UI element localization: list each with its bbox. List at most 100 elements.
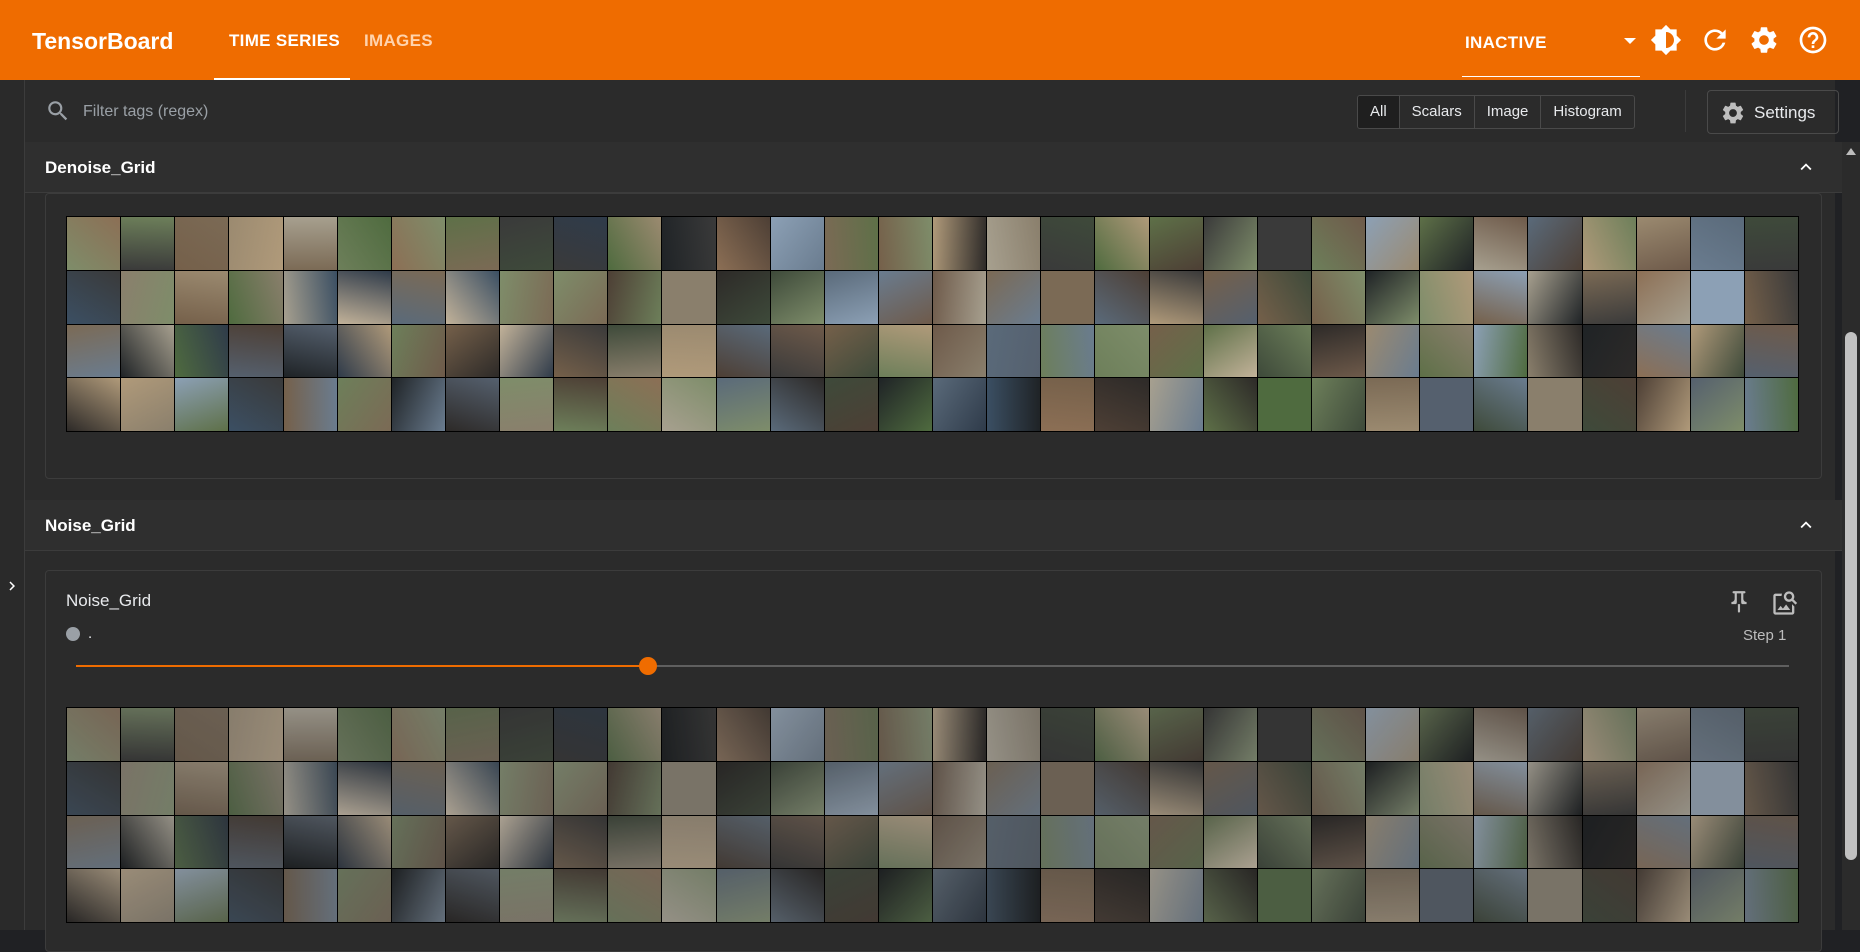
image-thumbnail — [283, 324, 337, 378]
image-thumbnail — [1420, 815, 1474, 869]
image-thumbnail — [662, 378, 716, 431]
type-scalars-button[interactable]: Scalars — [1398, 96, 1474, 128]
image-thumbnail — [608, 324, 662, 378]
pin-icon[interactable] — [1726, 589, 1752, 615]
image-thumbnail — [824, 869, 878, 922]
image-thumbnail — [67, 324, 121, 378]
step-slider-thumb[interactable] — [639, 657, 658, 675]
image-thumbnail — [229, 324, 283, 378]
image-search-icon[interactable] — [1771, 589, 1799, 617]
top-app-bar: TensorBoard TIME SERIES IMAGES INACTIVE — [0, 0, 1860, 81]
image-thumbnail — [878, 217, 932, 270]
image-thumbnail — [175, 378, 229, 431]
image-thumbnail — [229, 815, 283, 869]
image-thumbnail — [500, 324, 554, 378]
settings-button[interactable]: Settings — [1707, 90, 1839, 134]
image-thumbnail — [987, 761, 1041, 815]
image-thumbnail — [283, 708, 337, 761]
image-thumbnail — [391, 869, 445, 922]
image-thumbnail — [445, 869, 499, 922]
image-thumbnail — [1528, 217, 1582, 270]
image-thumbnail — [1582, 324, 1636, 378]
scrollbar-thumb[interactable] — [1845, 332, 1857, 860]
image-thumbnail — [1636, 869, 1690, 922]
image-thumbnail — [608, 815, 662, 869]
brightness-icon[interactable] — [1650, 24, 1682, 56]
image-thumbnail — [337, 324, 391, 378]
refresh-icon[interactable] — [1699, 24, 1731, 56]
reload-status-select[interactable]: INACTIVE — [1462, 0, 1640, 78]
image-thumbnail — [608, 378, 662, 431]
image-thumbnail — [933, 217, 987, 270]
image-thumbnail — [1095, 217, 1149, 270]
image-thumbnail — [608, 869, 662, 922]
step-label: Step 1 — [1743, 627, 1787, 644]
image-thumbnail — [1636, 324, 1690, 378]
chevron-up-icon[interactable] — [1795, 514, 1817, 536]
image-thumbnail — [770, 708, 824, 761]
image-thumbnail — [608, 217, 662, 270]
chevron-right-icon[interactable] — [3, 574, 21, 598]
image-grid[interactable] — [66, 216, 1799, 432]
image-thumbnail — [1366, 869, 1420, 922]
image-thumbnail — [1582, 869, 1636, 922]
image-thumbnail — [933, 270, 987, 324]
dropdown-caret-icon — [1624, 38, 1636, 44]
image-thumbnail — [445, 761, 499, 815]
tab-images[interactable]: IMAGES — [364, 31, 433, 51]
image-thumbnail — [67, 815, 121, 869]
image-thumbnail — [1149, 270, 1203, 324]
image-thumbnail — [1366, 708, 1420, 761]
image-thumbnail — [824, 761, 878, 815]
image-thumbnail — [500, 378, 554, 431]
image-thumbnail — [716, 708, 770, 761]
image-thumbnail — [1149, 217, 1203, 270]
image-thumbnail — [987, 708, 1041, 761]
image-thumbnail — [67, 708, 121, 761]
image-thumbnail — [770, 815, 824, 869]
image-thumbnail — [1474, 815, 1528, 869]
image-thumbnail — [770, 378, 824, 431]
tag-filter-input[interactable] — [81, 98, 685, 126]
image-thumbnail — [716, 378, 770, 431]
image-thumbnail — [554, 708, 608, 761]
type-all-button[interactable]: All — [1358, 96, 1399, 128]
image-thumbnail — [283, 869, 337, 922]
search-icon — [45, 98, 71, 124]
chevron-up-icon[interactable] — [1795, 156, 1817, 178]
gear-icon[interactable] — [1748, 24, 1780, 56]
image-thumbnail — [1582, 217, 1636, 270]
image-thumbnail — [1690, 217, 1744, 270]
scroll-up-arrow[interactable] — [1846, 148, 1856, 155]
image-thumbnail — [1636, 217, 1690, 270]
image-card-denoise-grid — [45, 193, 1822, 479]
image-thumbnail — [1474, 270, 1528, 324]
image-grid[interactable] — [66, 707, 1799, 923]
image-thumbnail — [1041, 324, 1095, 378]
image-thumbnail — [1582, 270, 1636, 324]
image-thumbnail — [1474, 869, 1528, 922]
image-thumbnail — [283, 761, 337, 815]
group-title: Noise_Grid — [45, 516, 136, 535]
image-thumbnail — [337, 708, 391, 761]
help-icon[interactable] — [1797, 24, 1829, 56]
image-thumbnail — [229, 270, 283, 324]
image-thumbnail — [391, 324, 445, 378]
group-header-noise-grid[interactable]: Noise_Grid — [25, 500, 1842, 551]
app-title: TensorBoard — [32, 28, 174, 54]
run-name: . — [88, 625, 93, 642]
image-thumbnail — [1311, 761, 1365, 815]
tab-time-series[interactable]: TIME SERIES — [229, 31, 340, 51]
image-thumbnail — [1149, 378, 1203, 431]
group-header-denoise-grid[interactable]: Denoise_Grid — [25, 142, 1842, 193]
type-histogram-button[interactable]: Histogram — [1540, 96, 1633, 128]
image-thumbnail — [445, 270, 499, 324]
image-thumbnail — [1636, 378, 1690, 431]
image-thumbnail — [608, 270, 662, 324]
scrollbar[interactable] — [1842, 142, 1860, 930]
image-thumbnail — [1636, 708, 1690, 761]
image-thumbnail — [1528, 270, 1582, 324]
type-image-button[interactable]: Image — [1473, 96, 1541, 128]
image-thumbnail — [121, 708, 175, 761]
image-thumbnail — [445, 217, 499, 270]
